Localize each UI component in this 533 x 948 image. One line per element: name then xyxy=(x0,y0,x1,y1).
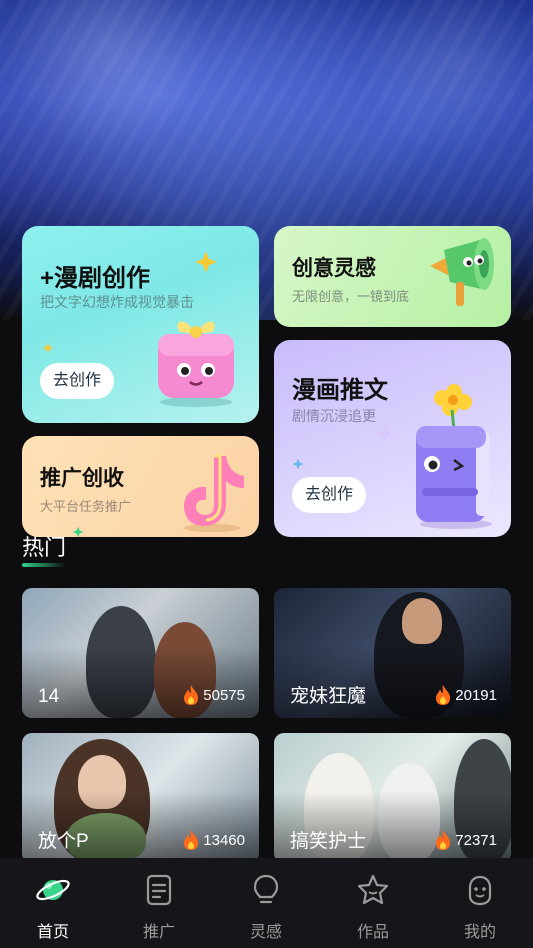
hot-item-card[interactable]: 宠妹狂魔 20191 xyxy=(274,588,511,718)
hot-item-name: 搞笑护士 xyxy=(290,831,367,852)
tab-label: 推广 xyxy=(142,924,175,941)
tab-label: 首页 xyxy=(36,924,69,941)
card-title: +漫剧创作 xyxy=(40,265,151,292)
tab-inspiration[interactable]: 灵感 xyxy=(213,858,319,948)
tiktok-logo-icon xyxy=(184,454,244,532)
sparkle-icon xyxy=(42,342,54,354)
tab-label: 作品 xyxy=(356,924,389,941)
sparkle-icon xyxy=(376,424,394,442)
document-icon xyxy=(146,874,172,906)
fire-icon xyxy=(184,685,199,705)
card-title: 创意灵感 xyxy=(292,257,376,280)
create-button[interactable]: 去创作 xyxy=(40,363,115,399)
heat-value: 20191 xyxy=(455,686,497,704)
tab-works[interactable]: 作品 xyxy=(320,858,426,948)
tab-profile[interactable]: 我的 xyxy=(427,858,533,948)
create-comic-card[interactable]: +漫剧创作 把文字幻想炸成视觉暴击 去创作 xyxy=(22,226,259,423)
fire-icon xyxy=(184,830,199,850)
lightbulb-icon xyxy=(253,874,279,904)
create-button[interactable]: 去创作 xyxy=(292,477,367,513)
profile-icon xyxy=(468,875,492,906)
gift-box-mascot-icon xyxy=(158,321,234,407)
hot-item-card[interactable]: 14 50575 xyxy=(22,588,259,718)
fire-icon xyxy=(436,685,451,705)
section-title-hot: 热门 xyxy=(22,535,67,560)
book-mascot-icon xyxy=(416,384,492,529)
inspiration-card[interactable]: 创意灵感 无限创意，一镜到底 xyxy=(274,226,511,327)
hot-item-name: 宠妹狂魔 xyxy=(290,686,367,707)
fire-icon xyxy=(436,830,451,850)
tab-label: 灵感 xyxy=(249,924,282,941)
hot-item-name: 14 xyxy=(38,686,60,707)
card-subtitle: 大平台任务推广 xyxy=(40,499,132,514)
heat-count: 72371 xyxy=(434,829,497,851)
card-title: 推广创收 xyxy=(40,467,124,490)
promotion-revenue-card[interactable]: 推广创收 大平台任务推广 xyxy=(22,436,259,537)
star-icon xyxy=(357,874,389,905)
heat-value: 13460 xyxy=(203,831,245,849)
megaphone-icon xyxy=(430,238,494,306)
card-subtitle: 无限创意，一镜到底 xyxy=(292,289,410,304)
heat-value: 50575 xyxy=(203,686,245,704)
bottom-tab-bar: 首页 推广 灵感 作品 我的 xyxy=(0,858,533,948)
heat-count: 20191 xyxy=(434,684,497,706)
hot-item-name: 放个P xyxy=(38,831,89,852)
comic-post-card[interactable]: 漫画推文 剧情沉浸追更 去创作 xyxy=(274,340,511,537)
section-underline xyxy=(22,563,66,567)
sparkle-icon xyxy=(195,251,217,273)
tab-label: 我的 xyxy=(463,924,496,941)
card-subtitle: 剧情沉浸追更 xyxy=(292,408,376,424)
heat-count: 50575 xyxy=(182,684,245,706)
tab-promotion[interactable]: 推广 xyxy=(106,858,212,948)
tab-home[interactable]: 首页 xyxy=(0,858,106,948)
hot-item-card[interactable]: 放个P 13460 xyxy=(22,733,259,863)
card-title: 漫画推文 xyxy=(292,377,388,404)
planet-icon xyxy=(36,879,70,901)
hot-item-card[interactable]: 搞笑护士 72371 xyxy=(274,733,511,863)
heat-value: 72371 xyxy=(455,831,497,849)
sparkle-icon xyxy=(72,526,84,538)
heat-count: 13460 xyxy=(182,829,245,851)
sparkle-icon xyxy=(292,458,304,470)
